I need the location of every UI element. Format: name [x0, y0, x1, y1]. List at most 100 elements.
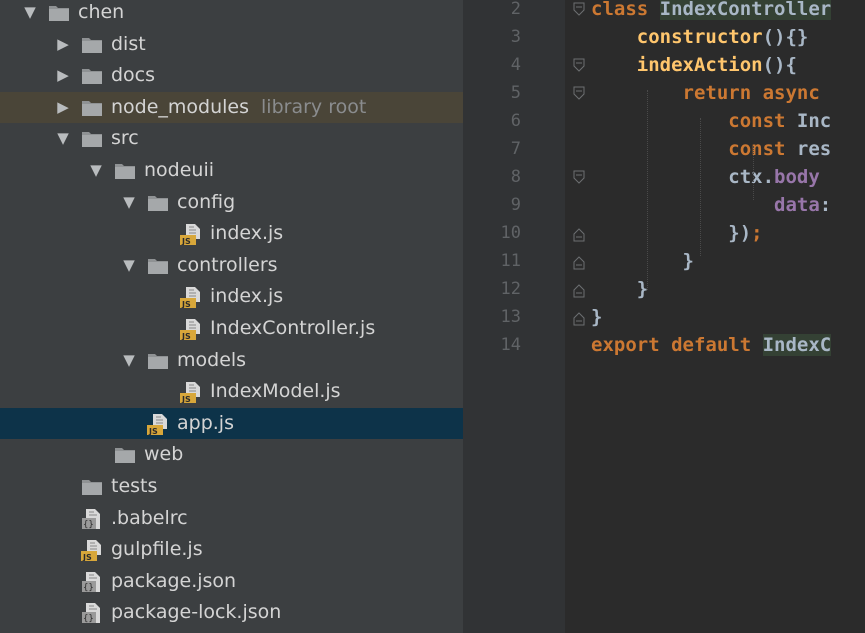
tree-row[interactable]: ▼ chen	[0, 0, 463, 28]
code-line[interactable]: data:	[591, 191, 831, 219]
fold-end-icon[interactable]	[573, 303, 585, 331]
tree-row[interactable]: JS IndexModel.js	[0, 376, 463, 407]
code-token: Inc	[796, 110, 832, 132]
svg-text:JS: JS	[181, 395, 191, 403]
fold-end-icon[interactable]	[573, 247, 585, 275]
js-file-icon: JS	[180, 286, 202, 309]
tree-row[interactable]: JS gulpfile.js	[0, 534, 463, 565]
line-number: 4	[510, 55, 521, 75]
tree-item-label: tests	[111, 471, 157, 502]
code-line[interactable]: return async	[591, 79, 820, 107]
fold-start-icon[interactable]	[573, 79, 585, 107]
config-file-icon: {}	[81, 508, 103, 530]
tree-row[interactable]: tests	[0, 471, 463, 502]
project-tree: ▼ chen ▶ dist ▶ docs ▶ node_modules library root…	[0, 0, 463, 633]
library-root-tag: library root	[261, 95, 367, 118]
expand-arrow-open-icon[interactable]: ▼	[119, 345, 139, 376]
panel-divider[interactable]	[463, 0, 485, 633]
js-file-icon: JS	[147, 413, 169, 436]
tree-row[interactable]: JS app.js	[0, 407, 463, 439]
code-line[interactable]: ctx.body	[591, 163, 820, 191]
folder-icon	[81, 97, 103, 119]
code-token: (){	[762, 54, 797, 76]
tree-item-name: gulpfile.js	[111, 538, 203, 561]
line-number: 12	[500, 279, 521, 299]
code-line[interactable]: }	[591, 247, 694, 275]
tree-row[interactable]: ▼ config	[0, 187, 463, 218]
tree-row[interactable]: JS IndexController.js	[0, 313, 463, 344]
tree-row[interactable]: {} .babelrc	[0, 503, 463, 534]
code-editor[interactable]: 2 3 4 5 6 7 8 9 10 11 12 13 14 class IndexController…	[485, 0, 865, 633]
tree-row[interactable]: ▶ docs	[0, 60, 463, 91]
tree-row[interactable]: web	[0, 439, 463, 470]
tree-item-label: chen	[78, 0, 124, 28]
tree-item-name: models	[177, 348, 247, 371]
tree-item-name: chen	[78, 1, 125, 23]
folder-icon	[48, 2, 70, 24]
fold-end-icon[interactable]	[573, 275, 585, 303]
svg-text:JS: JS	[181, 300, 191, 308]
indent-guide	[753, 146, 755, 200]
folder-icon	[81, 65, 103, 87]
code-line[interactable]: const Inc	[591, 107, 831, 135]
code-token: })	[591, 222, 752, 244]
code-token: (){}	[762, 26, 809, 48]
expand-arrow-open-icon[interactable]: ▼	[53, 123, 73, 154]
line-number: 7	[510, 139, 521, 159]
code-line[interactable]: indexAction(){	[591, 51, 797, 79]
tree-item-label: app.js	[177, 408, 234, 439]
code-line[interactable]: constructor(){}	[591, 23, 809, 51]
fold-end-icon[interactable]	[573, 219, 585, 247]
indent-guide	[700, 118, 702, 256]
tree-row[interactable]: ▼ models	[0, 345, 463, 376]
code-token: res	[796, 138, 832, 160]
code-token: class	[591, 0, 660, 20]
tree-row[interactable]: {} package-lock.json	[0, 597, 463, 628]
tree-item-label: package.json	[111, 566, 236, 597]
expand-arrow-closed-icon[interactable]: ▶	[53, 92, 73, 123]
folder-icon	[114, 444, 136, 466]
tree-row[interactable]: JS index.js	[0, 218, 463, 249]
tree-row[interactable]: ▼ src	[0, 123, 463, 154]
tree-item-label: package-lock.json	[111, 597, 281, 628]
tree-item-name: web	[144, 443, 184, 466]
line-number: 9	[510, 195, 521, 215]
tree-item-name: controllers	[177, 253, 278, 276]
tree-row[interactable]: ▶ node_modules library root	[0, 91, 463, 123]
line-number: 13	[500, 307, 521, 327]
code-line[interactable]: class IndexController	[591, 0, 832, 23]
tree-item-name: index.js	[210, 285, 284, 308]
svg-text:JS: JS	[181, 237, 191, 245]
tree-row[interactable]: ▶ dist	[0, 29, 463, 60]
tree-row[interactable]: ▼ controllers	[0, 250, 463, 281]
fold-start-icon[interactable]	[573, 51, 585, 79]
code-line[interactable]: }	[591, 275, 648, 303]
code-token: const	[591, 138, 797, 160]
fold-start-icon[interactable]	[573, 163, 585, 191]
code-line[interactable]: export default IndexC	[591, 331, 832, 359]
code-line[interactable]: const res	[591, 135, 831, 163]
svg-text:{}: {}	[83, 520, 94, 530]
tree-row[interactable]: JS index.js	[0, 281, 463, 312]
fold-start-icon[interactable]	[573, 0, 585, 23]
tree-item-label: nodeuii	[144, 155, 214, 186]
code-line[interactable]: }	[591, 303, 602, 331]
tree-item-name: docs	[111, 64, 156, 87]
folder-icon	[81, 128, 103, 150]
expand-arrow-open-icon[interactable]: ▼	[86, 155, 106, 186]
expand-arrow-open-icon[interactable]: ▼	[119, 187, 139, 218]
expand-arrow-closed-icon[interactable]: ▶	[53, 29, 73, 60]
tree-row[interactable]: ▼ nodeuii	[0, 155, 463, 186]
config-file-icon: {}	[81, 602, 103, 624]
js-file-icon: JS	[180, 223, 202, 246]
editor-gutter: 2 3 4 5 6 7 8 9 10 11 12 13 14	[485, 0, 565, 633]
tree-row[interactable]: {} package.json	[0, 566, 463, 597]
expand-arrow-open-icon[interactable]: ▼	[119, 250, 139, 281]
expand-arrow-open-icon[interactable]: ▼	[20, 0, 40, 28]
expand-arrow-closed-icon[interactable]: ▶	[53, 60, 73, 91]
code-line[interactable]: });	[591, 219, 762, 247]
tree-item-label: index.js	[210, 281, 283, 312]
tree-item-name: dist	[111, 32, 146, 55]
folder-icon	[147, 350, 169, 372]
tree-item-label: index.js	[210, 218, 283, 249]
